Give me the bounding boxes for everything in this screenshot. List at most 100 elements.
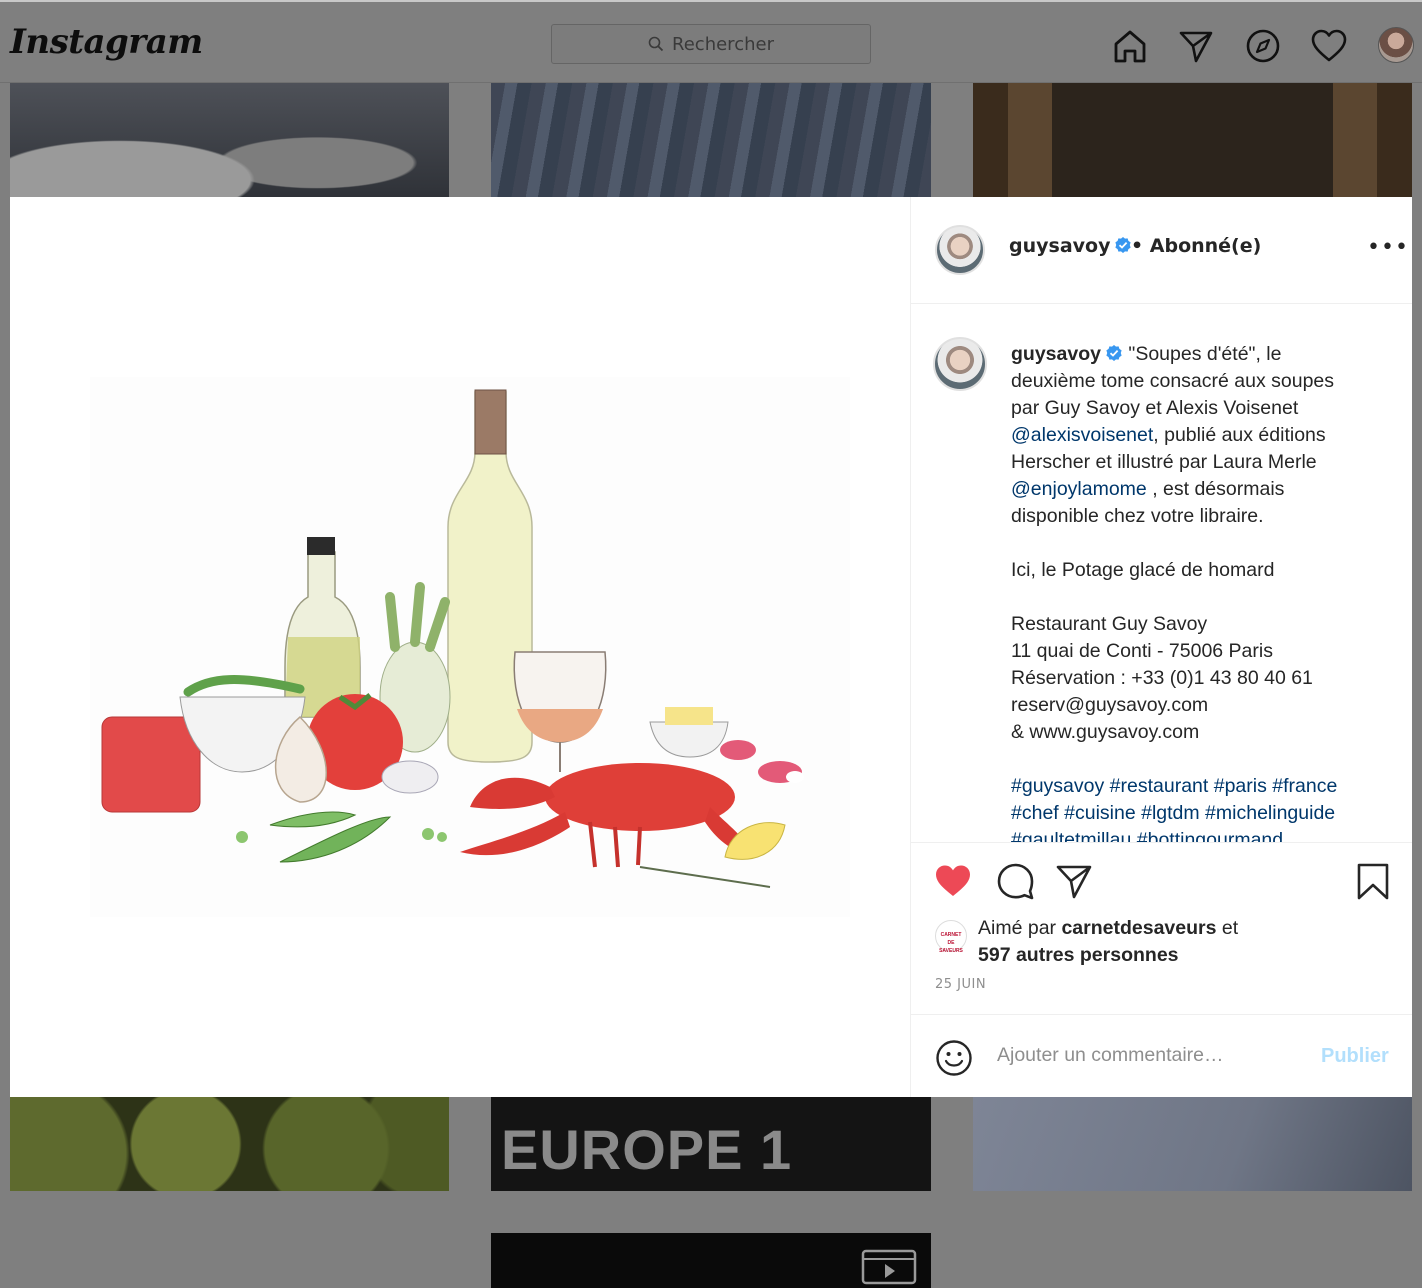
author-avatar[interactable] (935, 225, 985, 275)
comment-icon[interactable] (995, 861, 1035, 901)
hashtag-link[interactable]: #lgtdm (1141, 802, 1200, 824)
garlic (381, 760, 439, 794)
caption-text: disponible chez votre libraire. (1011, 505, 1264, 527)
caption-author-avatar[interactable] (933, 337, 987, 391)
top-nav-bar: Instagram Rechercher (0, 0, 1422, 83)
caption-line: #guysavoy #restaurant #paris #france (1011, 773, 1381, 800)
hashtag-link[interactable]: #gaultetmillau (1011, 829, 1131, 842)
caption-line: par Guy Savoy et Alexis Voisenet (1011, 395, 1381, 422)
grid-tile-artichokes[interactable] (10, 1097, 449, 1191)
activity-heart-icon[interactable] (1309, 26, 1349, 66)
comment-input[interactable] (995, 1043, 1279, 1068)
grid-tile-table-setting[interactable] (10, 83, 449, 197)
post-caption: guysavoy "Soupes d'été", le deuxième tome… (1011, 341, 1381, 842)
publish-button[interactable]: Publier (1321, 1045, 1389, 1068)
grid-tile-europe1[interactable]: EUROPE 1 (491, 1097, 931, 1191)
hashtag-link[interactable]: #guysavoy (1011, 775, 1104, 797)
instagram-logo[interactable]: Instagram (10, 22, 203, 62)
liked-by-text: Aimé par carnetdesaveurs et 597 autres p… (978, 917, 1239, 966)
europe1-text: EUROPE 1 (501, 1118, 793, 1181)
caption-line: 11 quai de Conti - 75006 Paris (1011, 638, 1381, 665)
like-heart-icon[interactable] (933, 861, 973, 901)
caption-text: Restaurant Guy Savoy (1011, 613, 1208, 635)
liker-username[interactable]: carnetdesaveurs (1061, 917, 1216, 939)
caption-line: guysavoy "Soupes d'été", le (1011, 341, 1381, 368)
caption-text: Réservation : +33 (0)1 43 80 40 61 (1011, 667, 1313, 689)
caption-line (1011, 584, 1381, 611)
caption-line (1011, 530, 1381, 557)
hashtag-link[interactable]: #paris (1214, 775, 1267, 797)
caption-author-username[interactable]: guysavoy (1011, 343, 1101, 365)
search-box[interactable]: Rechercher (551, 24, 871, 64)
home-icon[interactable] (1110, 26, 1150, 66)
caption-text: Ici, le Potage glacé de homard (1011, 559, 1275, 581)
video-icon (861, 1249, 917, 1285)
radish (720, 740, 756, 760)
caption-line: disponible chez votre libraire. (1011, 503, 1381, 530)
follow-status[interactable]: • Abonné(e) (1131, 235, 1261, 257)
caption-text: reserv@guysavoy.com (1011, 694, 1209, 716)
post-header: guysavoy • Abonné(e) ••• (911, 197, 1412, 304)
caption-text: , publié aux éditions (1153, 424, 1326, 446)
verified-badge-icon (1115, 237, 1132, 253)
mention-link[interactable]: @enjoylamome (1011, 478, 1147, 500)
post-image[interactable] (10, 197, 910, 1097)
caption-line: #gaultetmillau #bottingourmand (1011, 827, 1381, 842)
search-icon (648, 36, 664, 52)
food-illustration (90, 377, 850, 917)
hashtag-link[interactable]: #france (1272, 775, 1337, 797)
caption-line (1011, 746, 1381, 773)
others-likes-link[interactable]: 597 autres personnes (978, 944, 1179, 966)
caption-text: , est désormais (1146, 478, 1285, 500)
grid-tile-video[interactable] (491, 1233, 931, 1288)
caption-line: @alexisvoisenet, publié aux éditions (1011, 422, 1381, 449)
caption-line: & www.guysavoy.com (1011, 719, 1381, 746)
direct-icon[interactable] (1176, 26, 1216, 66)
hashtag-link[interactable]: #cuisine (1064, 802, 1136, 824)
hashtag-link[interactable]: #bottingourmand (1137, 829, 1283, 842)
caption-line: Herscher et illustré par Laura Merle (1011, 449, 1381, 476)
profile-avatar[interactable] (1378, 27, 1414, 63)
caption-line: Restaurant Guy Savoy (1011, 611, 1381, 638)
add-comment-bar: Publier (911, 1014, 1412, 1097)
more-options-button[interactable]: ••• (1367, 235, 1409, 260)
post-modal: guysavoy • Abonné(e) ••• guysavoy "Soupe… (10, 197, 1412, 1097)
hashtag-link[interactable]: #chef (1011, 802, 1059, 824)
mention-link[interactable]: @alexisvoisenet (1011, 424, 1153, 446)
save-bookmark-icon[interactable] (1353, 861, 1393, 901)
liker-avatar[interactable]: CARNET DE SAVEURS (935, 920, 967, 954)
caption-text: par Guy Savoy et Alexis Voisenet (1011, 397, 1299, 419)
caption-text: "Soupes d'été", le (1128, 343, 1282, 365)
caption-text (1011, 748, 1016, 770)
caption-text: deuxième tome consacré aux soupes (1011, 370, 1335, 392)
tomato-jar (101, 716, 201, 813)
caption-line: reserv@guysavoy.com (1011, 692, 1381, 719)
hashtag-link[interactable]: #restaurant (1110, 775, 1209, 797)
hashtag-link[interactable]: #michelinguide (1205, 802, 1335, 824)
grid-tile-portrait[interactable] (973, 1097, 1412, 1191)
caption-text (1011, 532, 1016, 554)
caption-line: Ici, le Potage glacé de homard (1011, 557, 1381, 584)
caption-scroll-area[interactable]: guysavoy "Soupes d'été", le deuxième tome… (911, 305, 1412, 842)
grid-tile-interior[interactable] (973, 83, 1412, 197)
caption-line: Réservation : +33 (0)1 43 80 40 61 (1011, 665, 1381, 692)
caption-text: Herscher et illustré par Laura Merle (1011, 451, 1317, 473)
caption-line: deuxième tome consacré aux soupes (1011, 368, 1381, 395)
share-icon[interactable] (1054, 861, 1094, 901)
bottle-cork (474, 389, 507, 455)
caption-line: @enjoylamome , est désormais (1011, 476, 1381, 503)
verified-badge-icon (1106, 345, 1122, 361)
author-block: guysavoy (1009, 235, 1132, 257)
caption-text: & www.guysavoy.com (1011, 721, 1200, 743)
post-actions: CARNET DE SAVEURS Aimé par carnetdesaveu… (911, 842, 1412, 1014)
caption-text: 11 quai de Conti - 75006 Paris (1011, 640, 1273, 662)
post-date[interactable]: 25 JUIN (935, 977, 986, 992)
caption-line: #chef #cuisine #lgtdm #michelinguide (1011, 800, 1381, 827)
explore-icon[interactable] (1243, 26, 1283, 66)
caption-text (1011, 586, 1016, 608)
grid-tile-blue-abstract[interactable] (491, 83, 931, 197)
search-placeholder: Rechercher (672, 33, 774, 55)
author-username[interactable]: guysavoy (1009, 235, 1110, 257)
emoji-icon[interactable] (935, 1039, 973, 1077)
post-side-panel: guysavoy • Abonné(e) ••• guysavoy "Soupe… (910, 197, 1412, 1097)
